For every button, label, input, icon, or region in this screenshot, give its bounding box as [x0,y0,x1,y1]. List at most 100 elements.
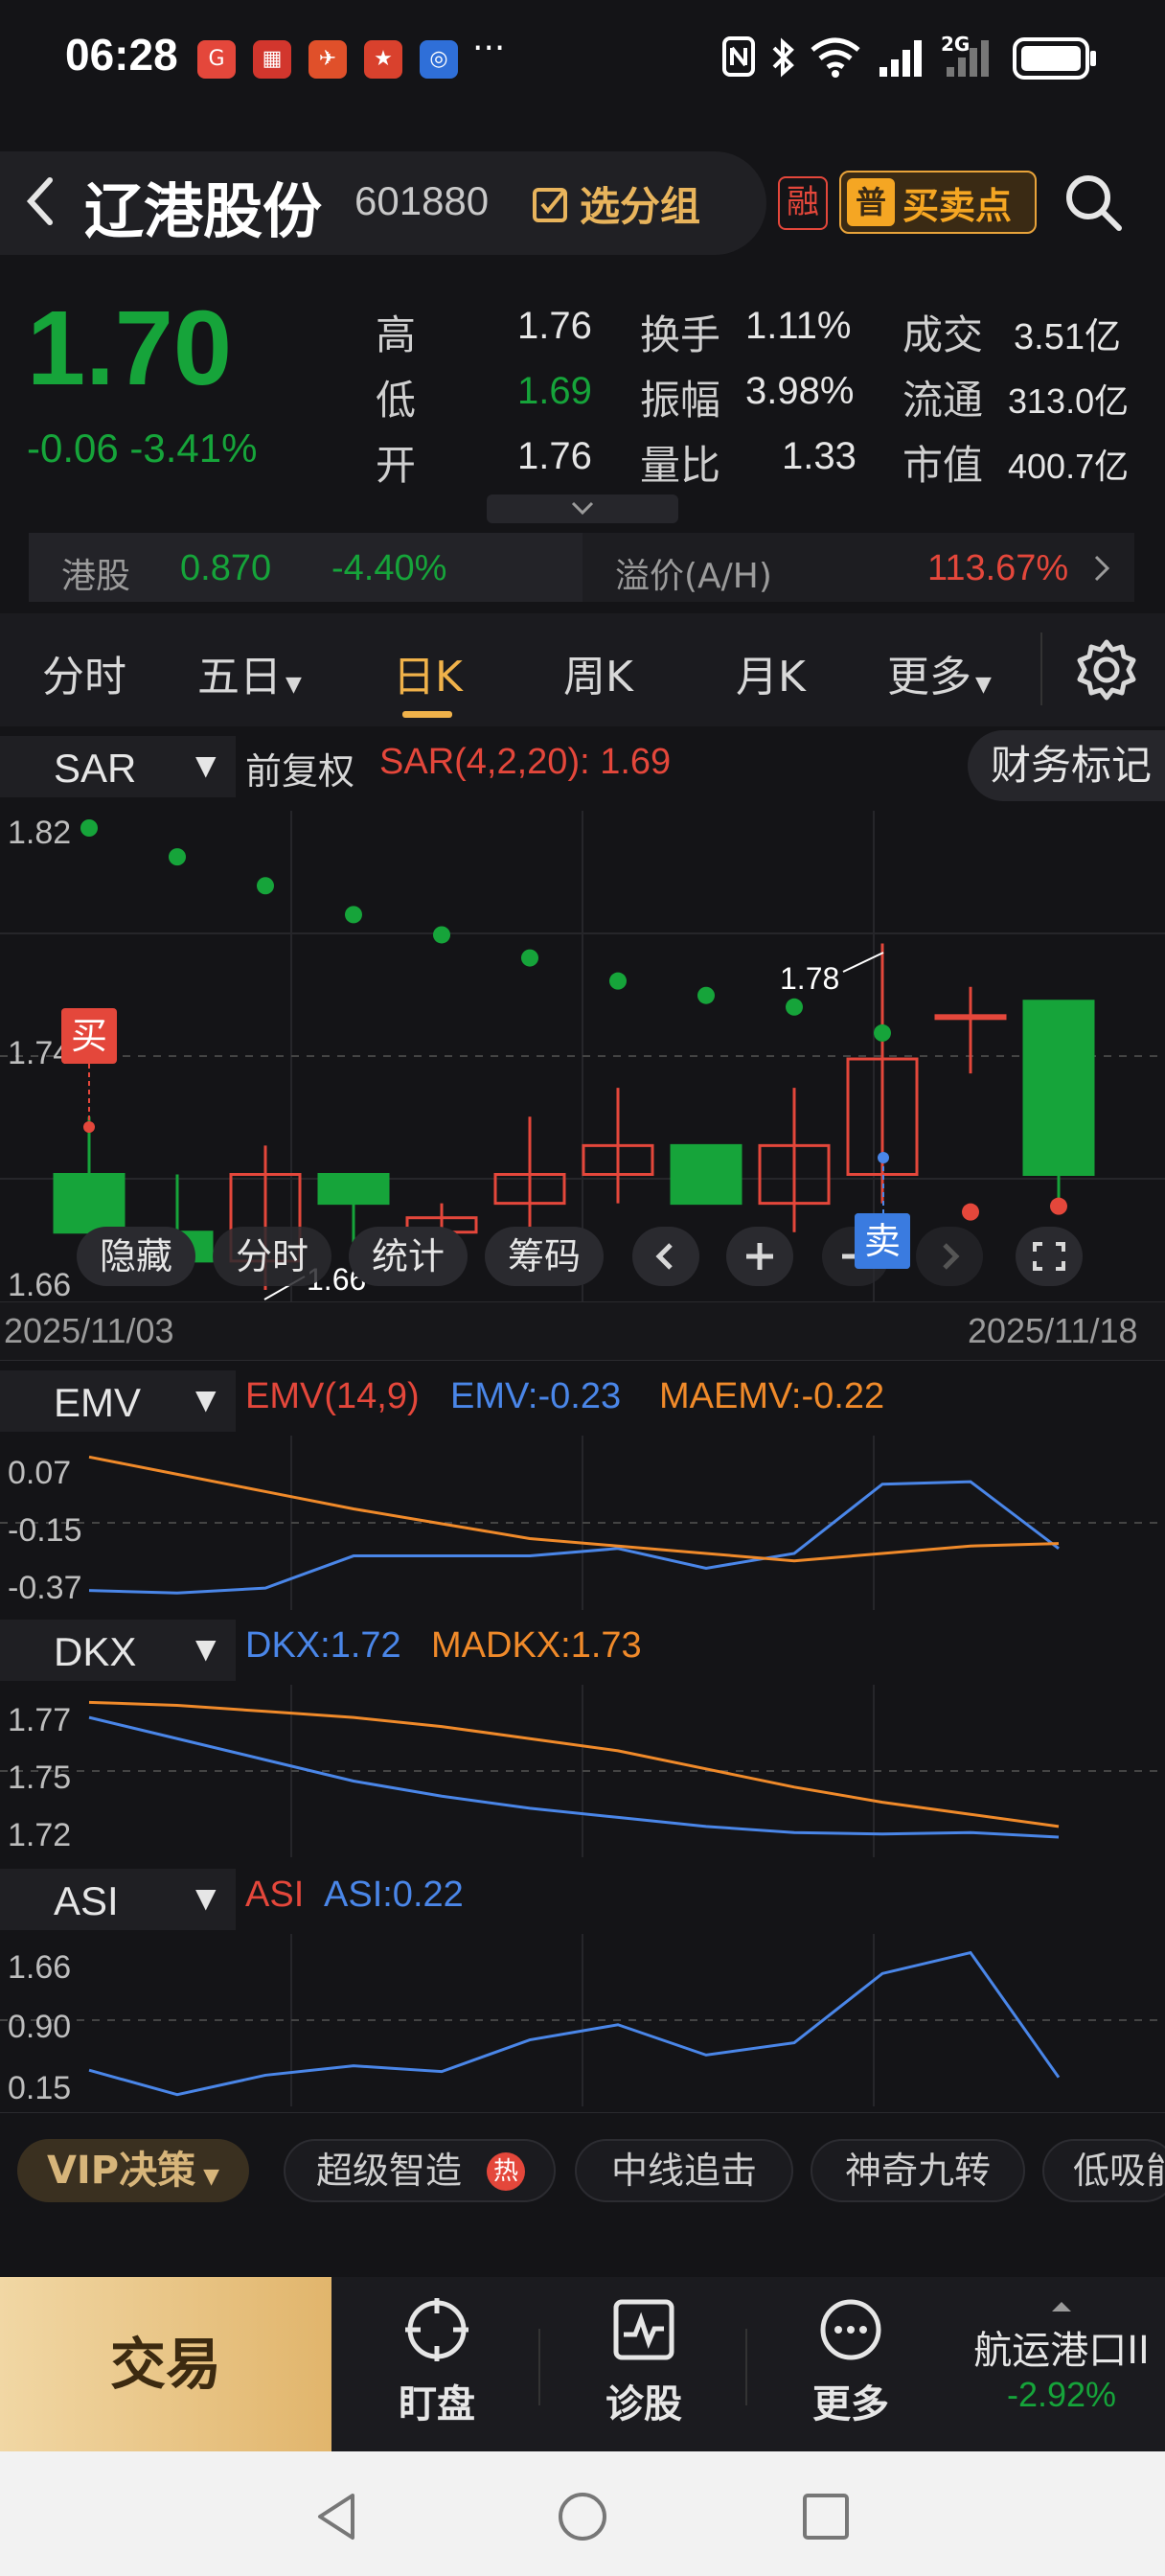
app-notify-icon: G [197,40,236,79]
statistics-tool-button[interactable]: 统计 [349,1227,468,1286]
date-start: 2025/11/03 [4,1311,174,1350]
select-group-label: 选分组 [580,183,701,230]
tab-five-day[interactable]: 五日 ▼ [197,642,302,703]
intraday-tool-button[interactable]: 分时 [213,1227,331,1286]
buy-signal-label: 买 [71,1017,107,1057]
hk-share-bar[interactable]: 港股 0.870 -4.40% 溢价(A/H) 113.67% [29,533,1134,602]
sar-dot [433,926,450,944]
hk-label: 港股 [61,557,131,596]
svg-text:卖: 卖 [864,1222,901,1262]
candle-body [317,1173,390,1206]
dropdown-arrow-icon: ▼ [195,1633,217,1665]
financial-marks-button[interactable]: 财务标记 [968,730,1165,801]
volume-ratio-value: 1.33 [782,435,857,477]
status-bar: 06:28 G ▦ ✈ ★ ◎ ··· 2G [0,0,1165,115]
dropdown-arrow-icon: ▼ [975,673,992,697]
signal-2-icon [947,40,989,77]
scroll-left-button[interactable] [632,1227,699,1286]
nav-watch[interactable]: 盯盘 [360,2296,514,2428]
asi-chart[interactable]: 1.66 0.90 0.15 [0,1934,1165,2106]
sar-dot [697,986,715,1004]
dropdown-arrow-icon: ▼ [195,1384,217,1415]
chevron-up-icon [1052,2302,1071,2312]
sector-name: 航运港口II [973,2329,1150,2373]
tab-intraday[interactable]: 分时 [42,642,126,703]
sell-marker-overlay: 卖 [855,1213,910,1269]
back-triangle-icon[interactable] [312,2490,360,2543]
emv-legend-name: EMV(14,9) [245,1376,420,1416]
vip-decision-button[interactable]: VIP决策 ▼ [17,2139,249,2202]
sar-dot [962,1203,979,1221]
dkx-indicator-select[interactable]: DKX ▼ [0,1620,236,1681]
emv-y-mid: -0.15 [8,1512,82,1549]
turnover-value: 1.11% [745,305,852,347]
zoom-in-button[interactable] [726,1227,793,1286]
status-time: 06:28 [65,30,178,80]
emv-indicator-select[interactable]: EMV ▼ [0,1370,236,1432]
chips-tool-button[interactable]: 筹码 [485,1227,604,1286]
app-notify-icon: ✈ [308,40,347,79]
volume-amount-value: 3.51亿 [1014,317,1121,357]
nav-diagnose[interactable]: 诊股 [567,2296,720,2428]
asi-indicator-select[interactable]: ASI ▼ [0,1869,236,1930]
stock-name: 辽港股份 [84,176,323,246]
sar-legend: SAR(4,2,20): 1.69 [379,742,672,782]
dkx-chart[interactable]: 1.77 1.75 1.72 [0,1685,1165,1857]
scroll-right-button[interactable] [916,1227,983,1286]
nav-more[interactable]: 更多 [774,2296,927,2428]
tab-monthly-k[interactable]: 月K [736,642,806,703]
sar-dot [1050,1197,1067,1215]
hide-tool-button[interactable]: 隐藏 [77,1227,195,1286]
margin-trading-badge[interactable]: 融 [778,176,828,230]
dkx-y-mid: 1.75 [8,1760,71,1796]
dropdown-arrow-icon: ▼ [203,2165,220,2189]
sector-ticker[interactable]: 航运港口II -2.92% [958,2302,1165,2415]
high-label: 1.78 [780,961,839,996]
volume-amount-label: 成交 [902,311,984,358]
emv-chart[interactable]: 0.07 -0.15 -0.37 [0,1436,1165,1610]
search-icon[interactable] [1062,171,1125,234]
price-change: -0.06 -3.41% [27,426,258,471]
nfc-icon [722,36,755,77]
sector-change: -2.92% [1006,2375,1117,2414]
buy-sell-points-button[interactable]: 普 买卖点 [839,171,1037,234]
period-tabs: 分时 五日 ▼ 日K 周K 月K 更多 ▼ [0,613,1165,726]
strategy-chip-low-buy[interactable]: 低吸能 [1042,2139,1165,2202]
gear-icon[interactable] [1073,636,1140,703]
more-icon [820,2299,881,2360]
asi-y-top: 1.66 [8,1949,71,1986]
buy-sell-points-label: 买卖点 [902,184,1013,227]
high-value: 1.76 [517,305,592,347]
recents-square-icon[interactable] [801,2492,851,2542]
premium-value: 113.67% [927,548,1069,588]
tab-more[interactable]: 更多 ▼ [887,642,992,703]
main-indicator-select[interactable]: SAR ▼ [0,736,236,797]
dkx-series [88,1715,1060,1839]
sar-dot [874,1024,891,1042]
more-notifications-icon: ··· [472,29,506,68]
strategy-chip-magic-nine[interactable]: 神奇九转 [811,2139,1025,2202]
trade-button[interactable]: 交易 [0,2277,331,2451]
select-group-button[interactable]: 选分组 [532,174,700,233]
target-icon [405,2298,468,2361]
asi-legend-name: ASI [245,1874,305,1915]
adjust-mode[interactable]: 前复权 [245,742,354,794]
emv-y-bottom: -0.37 [8,1570,82,1606]
hk-price: 0.870 [180,548,272,588]
hot-badge-icon: 热 [487,2152,525,2191]
madkx-legend-value: MADKX:1.73 [431,1625,642,1666]
strategy-chip-super-manufacturing[interactable]: 超级智造 热 [284,2139,556,2202]
candle-body [670,1143,742,1206]
tab-daily-k[interactable]: 日K [393,642,463,703]
sar-dot [345,906,362,924]
sar-dot [609,972,627,990]
home-circle-icon[interactable] [556,2490,609,2543]
dropdown-arrow-icon: ▼ [286,673,302,697]
tab-weekly-k[interactable]: 周K [563,642,633,703]
expand-quote-button[interactable] [487,494,678,523]
back-arrow-icon[interactable] [17,172,65,230]
y-axis-top: 1.82 [8,815,71,851]
float-cap-value: 313.0亿 [1008,381,1130,421]
fullscreen-button[interactable] [1016,1227,1083,1286]
strategy-chip-mid-term[interactable]: 中线追击 [575,2139,793,2202]
